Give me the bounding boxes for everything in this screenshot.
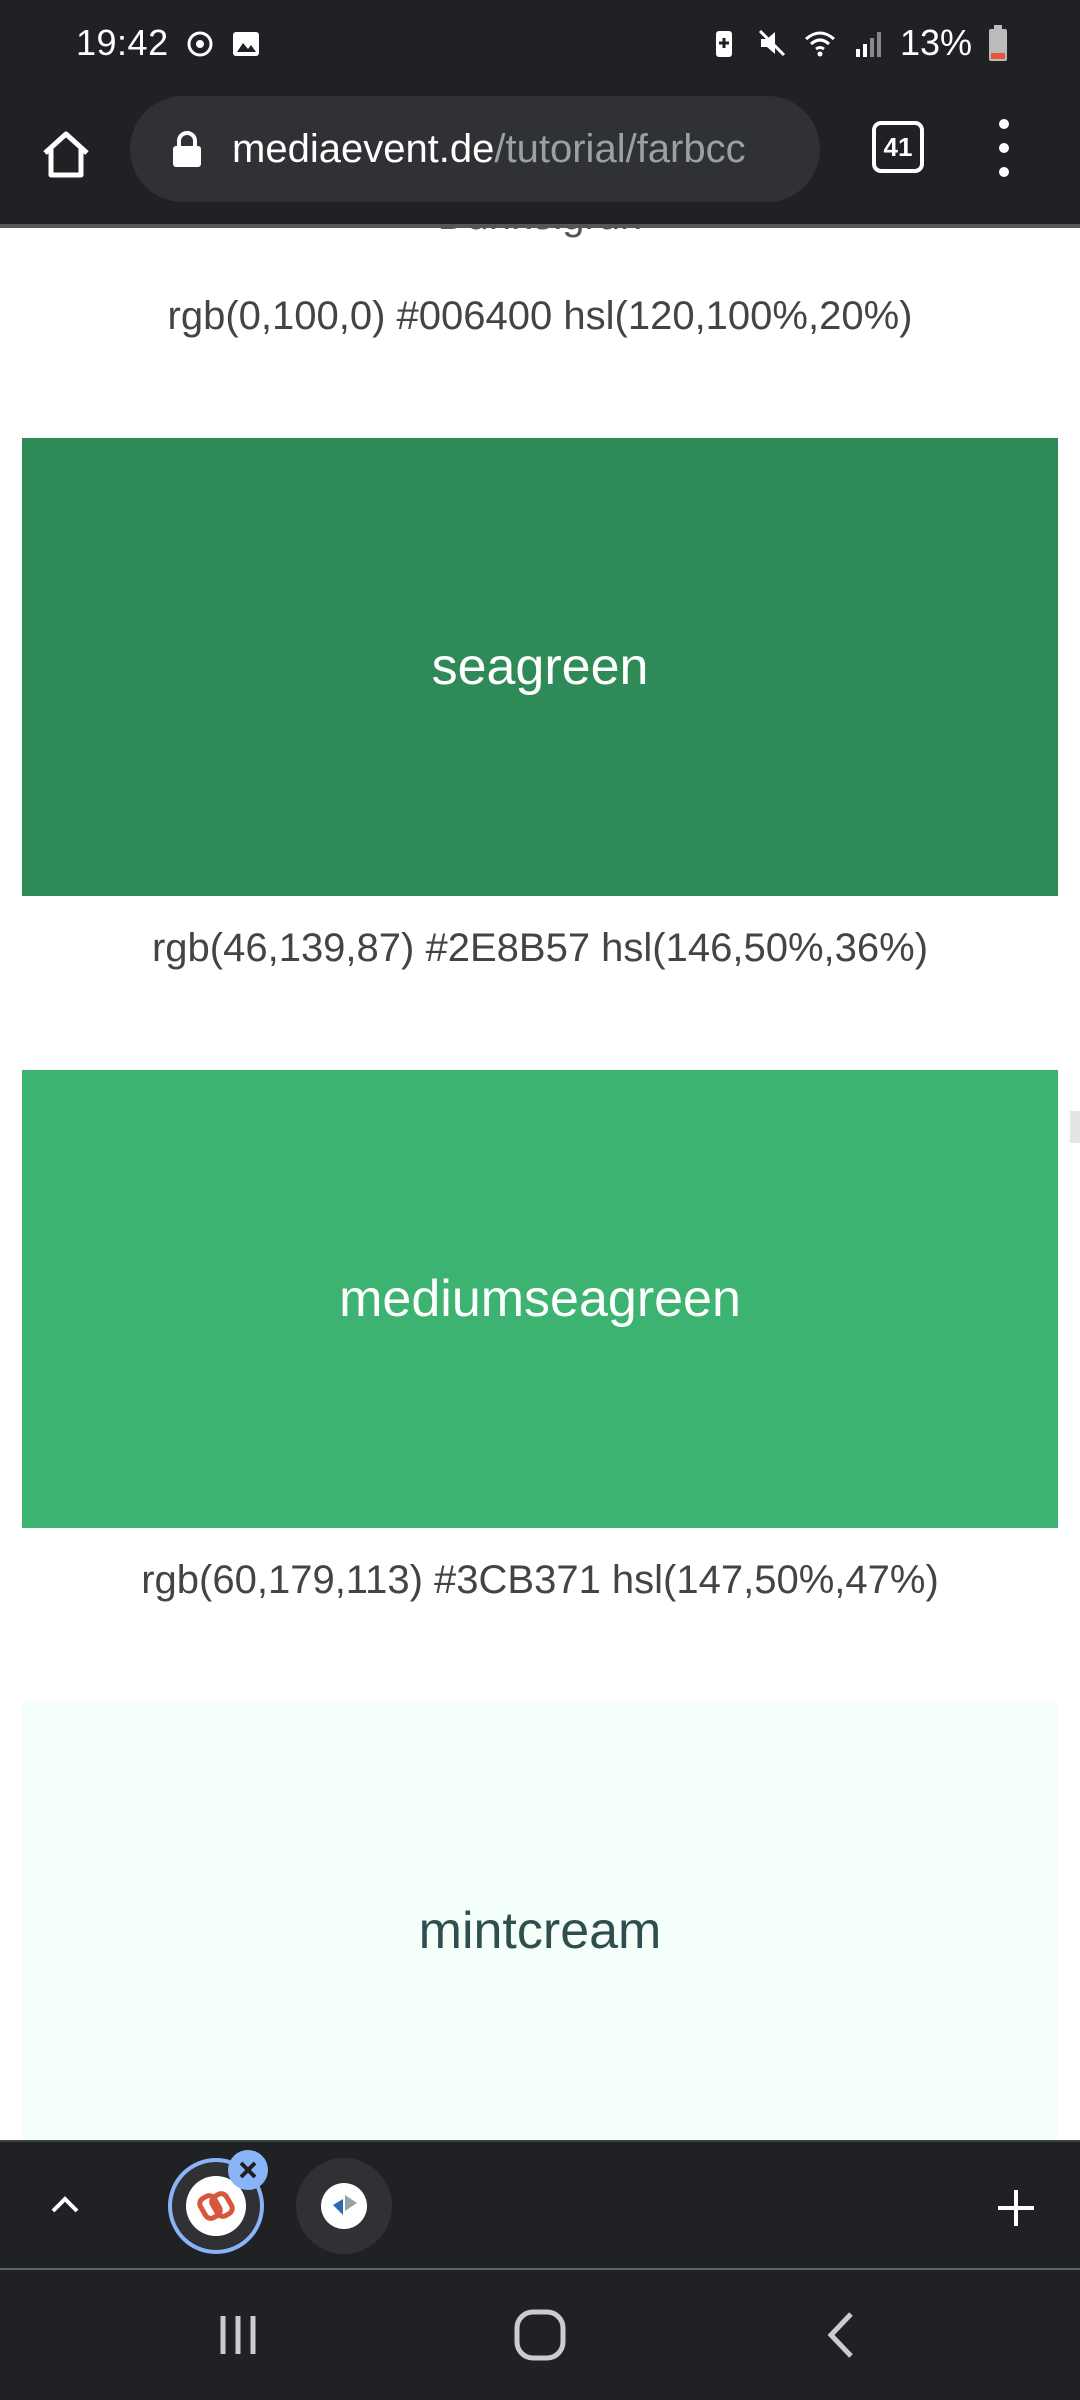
plus-icon	[998, 2190, 1034, 2226]
swatch-label: seagreen	[431, 638, 649, 696]
battery-percent: 13%	[899, 22, 972, 63]
add-tab-button[interactable]	[988, 2180, 1044, 2236]
url-domain: mediaevent.de	[232, 126, 495, 171]
swatch-mintcream: mintcream	[22, 1702, 1058, 2140]
tab-favicon[interactable]	[296, 2158, 392, 2254]
page-content[interactable]: Dunkelgrün rgb(0,100,0) #006400 hsl(120,…	[0, 228, 1080, 2140]
recent-apps-icon	[220, 2316, 256, 2354]
browser-toolbar: mediaevent.de/tutorial/farbcc 41	[0, 92, 1080, 226]
color-heading-dunkelgruen: Dunkelgrün	[0, 228, 1080, 239]
swatch-seagreen: seagreen	[22, 438, 1058, 896]
tab-strip	[0, 2140, 1080, 2270]
signal-icon	[855, 32, 881, 57]
url-path: /tutorial/farbcc	[494, 126, 746, 171]
home-icon	[43, 131, 89, 178]
lock-icon	[173, 131, 201, 167]
image-icon	[233, 32, 259, 56]
home-nav-icon	[514, 2309, 566, 2361]
status-right-icons: 13%	[708, 22, 1008, 64]
swatch-label: mintcream	[418, 1902, 662, 1960]
scrollbar-thumb[interactable]	[1070, 1111, 1080, 1143]
swatch-mediumseagreen: mediumseagreen	[22, 1070, 1058, 1528]
home-button[interactable]	[34, 122, 98, 186]
color-info-darkgreen: rgb(0,100,0) #006400 hsl(120,100%,20%)	[167, 294, 913, 338]
url-text[interactable]: mediaevent.de/tutorial/farbcc	[232, 127, 746, 172]
mute-icon	[758, 29, 785, 57]
menu-button[interactable]	[986, 112, 1022, 184]
sync-icon	[187, 31, 213, 57]
address-bar[interactable]: mediaevent.de/tutorial/farbcc	[130, 96, 820, 202]
chevron-up-icon	[51, 2196, 79, 2213]
more-vert-icon	[999, 119, 1009, 129]
wifi-icon	[804, 31, 835, 57]
site-favicon-icon	[321, 2183, 367, 2229]
close-icon	[239, 2161, 257, 2179]
collapse-tab-strip-button[interactable]	[40, 2180, 90, 2230]
color-info-seagreen: rgb(46,139,87) #2E8B57 hsl(146,50%,36%)	[151, 926, 929, 970]
battery-saver-icon	[715, 31, 732, 57]
tab-switcher-button[interactable]: 41	[872, 121, 924, 173]
battery-icon	[989, 25, 1007, 61]
close-tab-button[interactable]	[228, 2150, 268, 2190]
color-info-mediumseagreen: rgb(60,179,113) #3CB371 hsl(147,50%,47%)	[141, 1558, 939, 1602]
back-icon	[827, 2312, 853, 2358]
status-bar: 19:42 13%	[0, 0, 1080, 92]
status-time: 19:42	[76, 22, 169, 63]
system-navigation-bar	[0, 2270, 1080, 2400]
swatch-label: mediumseagreen	[339, 1270, 741, 1328]
home-nav-button[interactable]	[500, 2300, 580, 2370]
status-left-icons	[184, 28, 262, 60]
recent-apps-button[interactable]	[198, 2300, 278, 2370]
back-button[interactable]	[802, 2300, 882, 2370]
tab-count: 41	[883, 131, 913, 162]
